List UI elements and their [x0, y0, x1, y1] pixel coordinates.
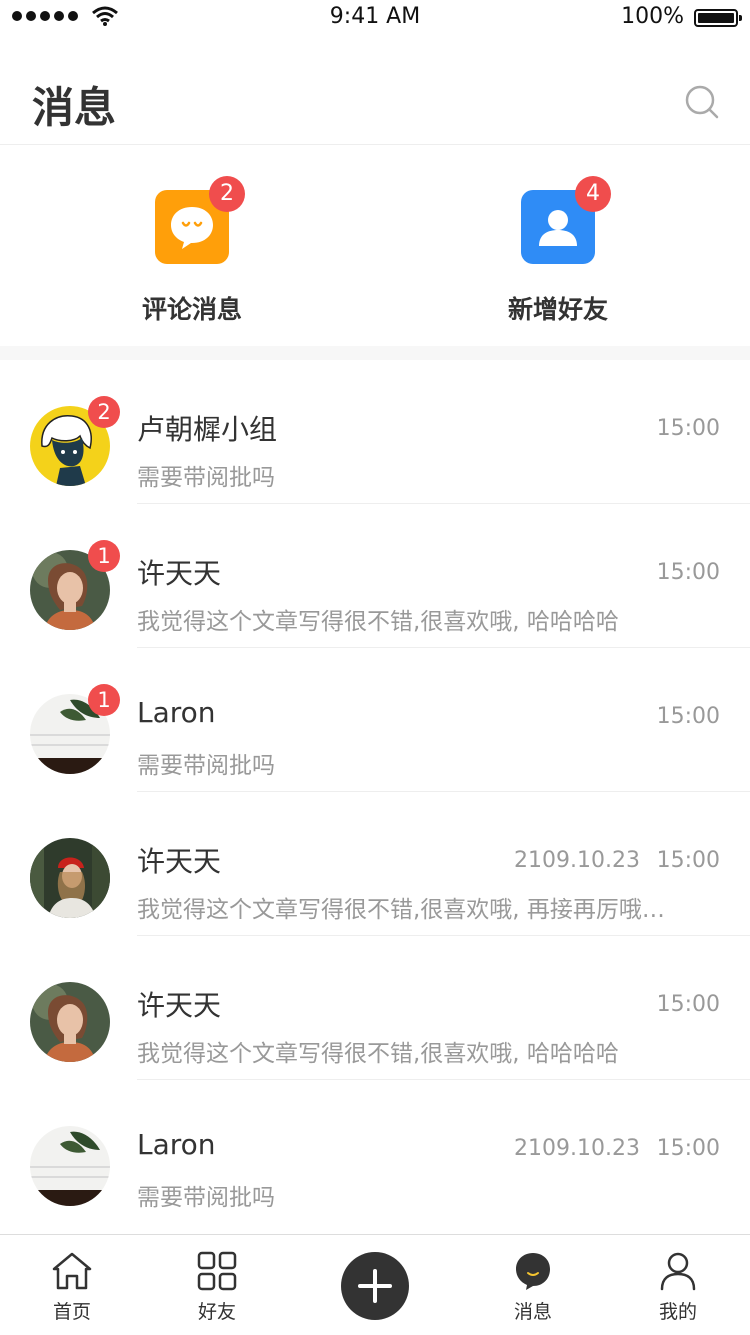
tab-bar: 首页 好友 消息 我的 [0, 1234, 750, 1335]
tab-mine[interactable]: 我的 [628, 1249, 728, 1324]
conversation-name: Laron [137, 696, 216, 729]
conversation-row[interactable]: Laron 需要带阅批吗 2109.10.23 15:00 [0, 1080, 750, 1224]
conversation-row[interactable]: 1 Laron 需要带阅批吗 15:00 [0, 648, 750, 792]
conversation-preview: 需要带阅批吗 [137, 753, 275, 779]
conversation-time: 15:00 [656, 704, 720, 729]
avatar [30, 982, 110, 1062]
conversation-row[interactable]: 1 许天天 我觉得这个文章写得很不错,很喜欢哦, 哈哈哈哈 15:00 [0, 504, 750, 648]
conversation-preview: 需要带阅批吗 [137, 465, 275, 491]
avatar [30, 838, 110, 918]
profile-icon [660, 1252, 696, 1291]
conversation-row[interactable]: 许天天 我觉得这个文章写得很不错,很喜欢哦, 哈哈哈哈 15:00 [0, 936, 750, 1080]
battery-icon [694, 9, 742, 27]
unread-badge: 1 [88, 540, 120, 572]
conversation-time: 15:00 [656, 1136, 720, 1161]
conversation-preview: 我觉得这个文章写得很不错,很喜欢哦, 哈哈哈哈 [137, 609, 619, 635]
tab-friends[interactable]: 好友 [167, 1249, 267, 1324]
tab-home-label: 首页 [52, 1301, 91, 1323]
conversation-date: 2109.10.23 [514, 1136, 640, 1161]
quick-actions: 2 评论消息 4 新增好友 [0, 145, 750, 345]
conversation-row[interactable]: 许天天 我觉得这个文章写得很不错,很喜欢哦, 再接再厉哦… 2109.10.23… [0, 792, 750, 936]
status-bar: 9:41 AM 100% [0, 0, 750, 40]
tab-friends-label: 好友 [197, 1301, 236, 1323]
conversation-name: 许天天 [137, 845, 222, 878]
battery-percent: 100% [621, 4, 684, 29]
home-icon [52, 1252, 92, 1290]
page-title: 消息 [32, 83, 117, 132]
chat-bubble-icon [516, 1253, 550, 1290]
add-button[interactable] [341, 1252, 409, 1320]
tab-messages-label: 消息 [513, 1301, 552, 1323]
conversation-time: 15:00 [656, 848, 720, 873]
conversation-date: 2109.10.23 [514, 848, 640, 873]
tab-mine-label: 我的 [658, 1301, 697, 1323]
plus-icon [358, 1269, 392, 1303]
conversation-name: 卢朝樨小组 [137, 413, 278, 446]
section-divider [0, 346, 750, 360]
new-friends-button[interactable]: 4 新增好友 [448, 176, 668, 326]
conversation-name: Laron [137, 1128, 216, 1161]
comment-bubble-icon: 2 [155, 176, 245, 264]
tab-home[interactable]: 首页 [22, 1249, 122, 1324]
new-friends-badge: 4 [575, 176, 611, 212]
grid-icon [197, 1251, 237, 1291]
comment-messages-label: 评论消息 [141, 295, 242, 324]
avatar [30, 1126, 110, 1206]
page-header: 消息 [0, 44, 750, 145]
conversation-time: 15:00 [656, 992, 720, 1017]
comment-badge: 2 [209, 176, 245, 212]
search-icon[interactable] [684, 84, 720, 120]
user-icon: 4 [521, 176, 611, 264]
conversation-preview: 我觉得这个文章写得很不错,很喜欢哦, 哈哈哈哈 [137, 1041, 619, 1067]
conversation-time: 15:00 [656, 416, 720, 441]
conversation-preview: 我觉得这个文章写得很不错,很喜欢哦, 再接再厉哦… [137, 897, 665, 923]
new-friends-label: 新增好友 [507, 295, 608, 324]
conversation-name: 许天天 [137, 989, 222, 1022]
unread-badge: 2 [88, 396, 120, 428]
conversation-time: 15:00 [656, 560, 720, 585]
conversation-name: 许天天 [137, 557, 222, 590]
tab-messages[interactable]: 消息 [483, 1249, 583, 1324]
conversation-row[interactable]: 2 卢朝樨小组 需要带阅批吗 15:00 [0, 360, 750, 504]
unread-badge: 1 [88, 684, 120, 716]
conversation-preview: 需要带阅批吗 [137, 1185, 275, 1211]
comment-messages-button[interactable]: 2 评论消息 [82, 176, 302, 326]
